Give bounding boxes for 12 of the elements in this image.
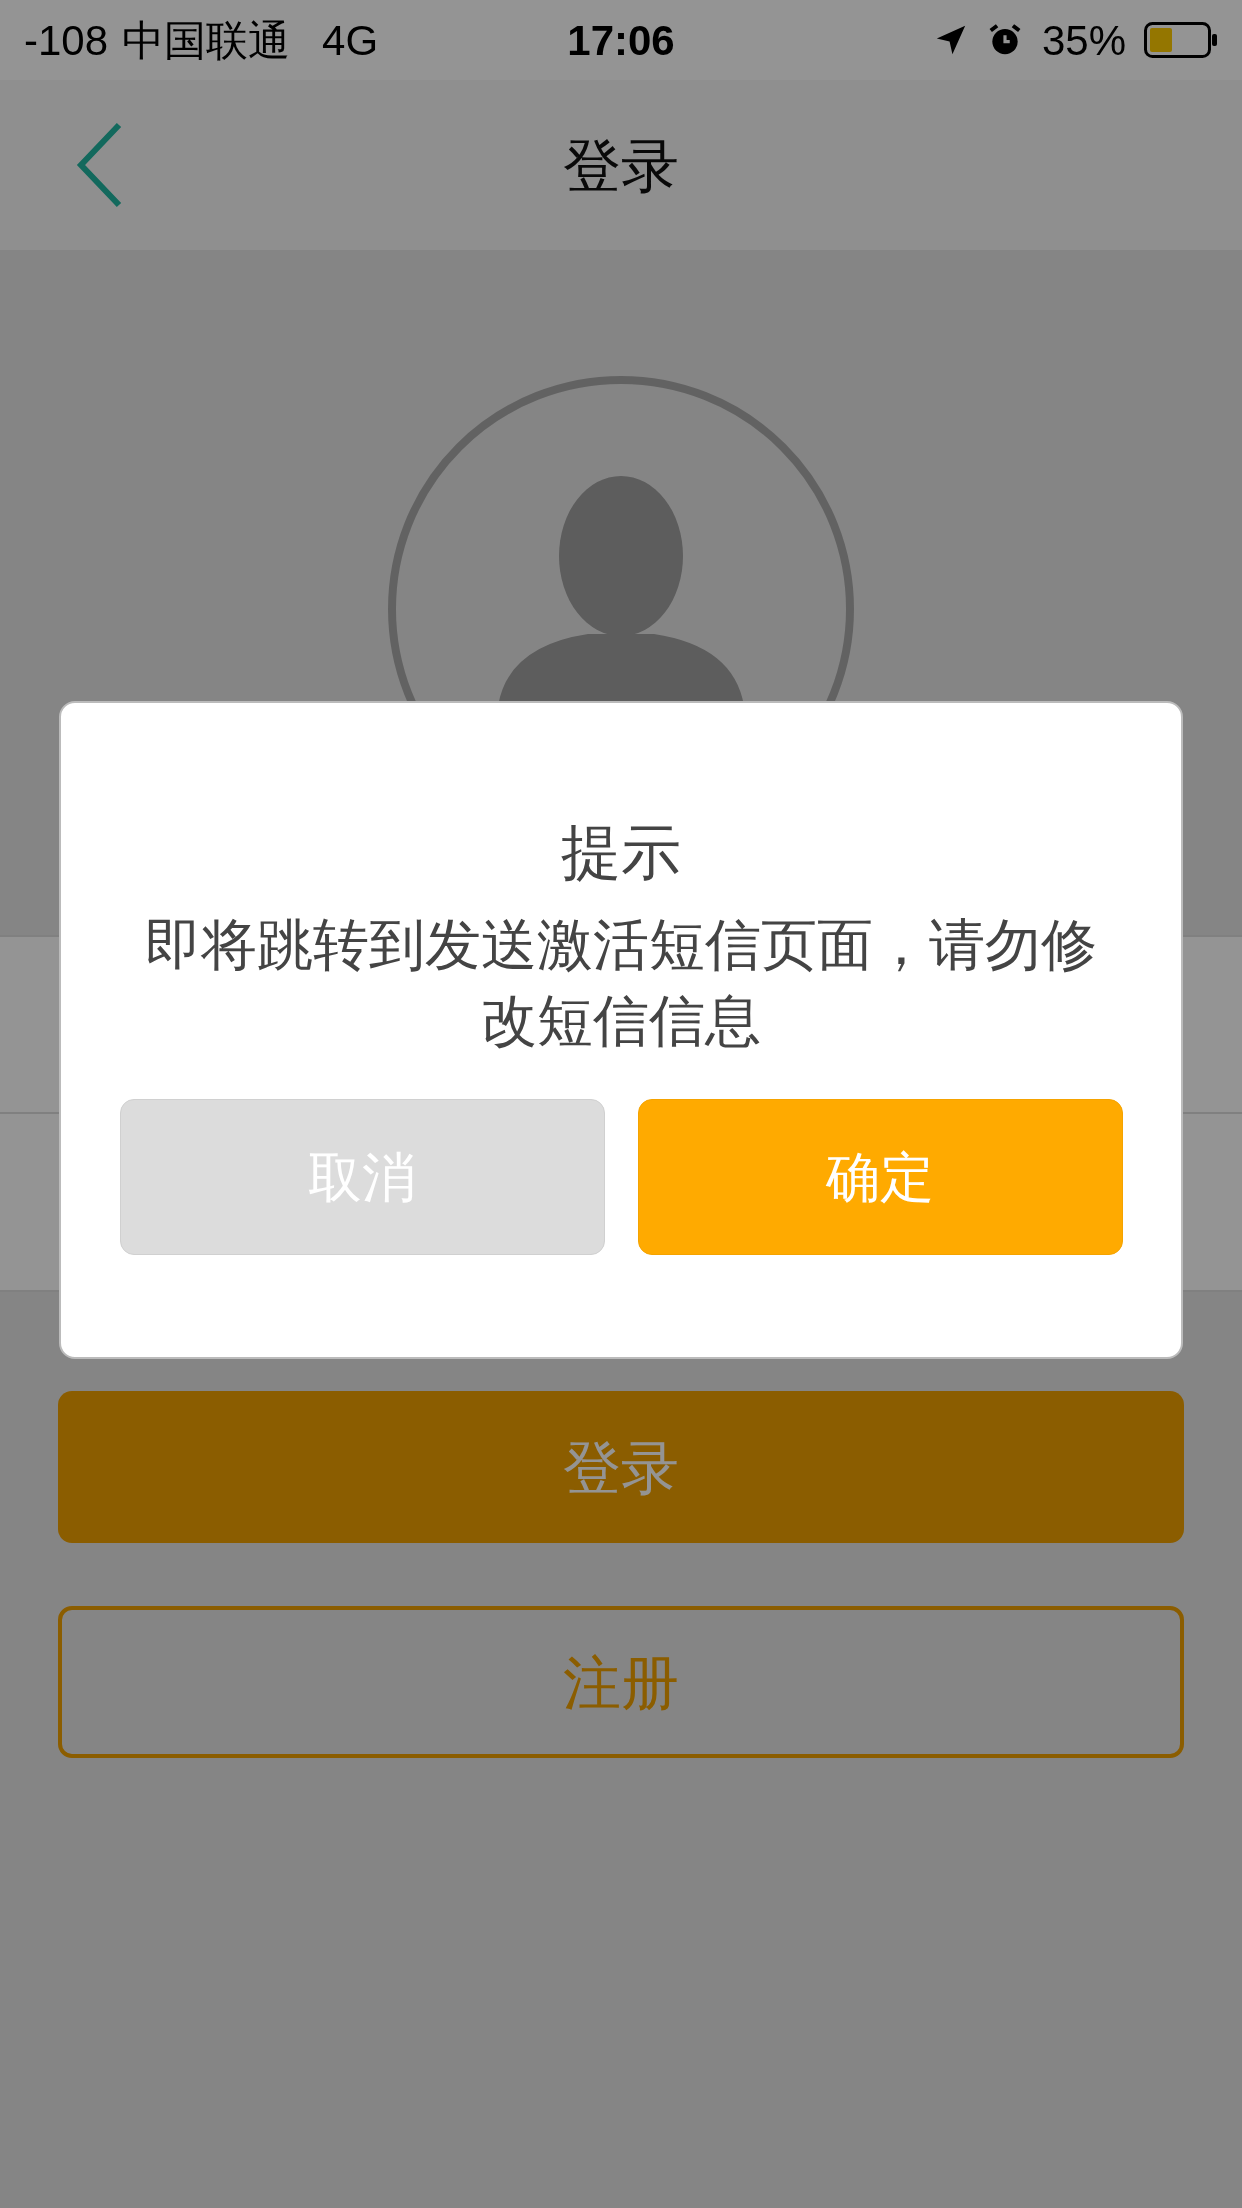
battery-icon xyxy=(1144,22,1218,58)
network-type: 4G xyxy=(322,15,379,66)
page-title: 登录 xyxy=(563,131,679,200)
confirm-button[interactable]: 确定 xyxy=(637,1099,1123,1255)
clock-time: 17:06 xyxy=(567,15,675,66)
carrier-name: 中国联通 xyxy=(122,15,291,66)
dialog-title: 提示 xyxy=(561,818,681,888)
signal-strength: -108 xyxy=(24,15,109,66)
battery-percent: 35% xyxy=(1041,15,1126,66)
register-button[interactable]: 注册 xyxy=(58,1606,1184,1758)
dialog-message: 即将跳转到发送激活短信页面，请勿修改短信信息 xyxy=(144,912,1098,1054)
login-button[interactable]: 登录 xyxy=(58,1391,1184,1543)
